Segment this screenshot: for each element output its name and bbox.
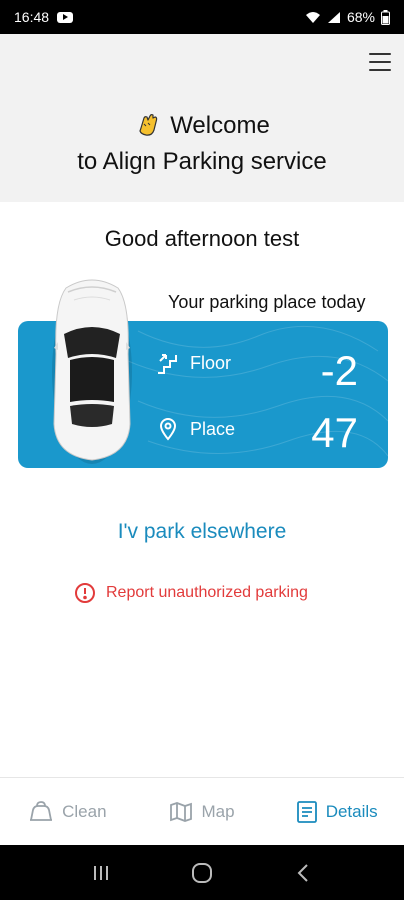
floor-value: -2	[320, 347, 358, 394]
stairs-icon	[158, 354, 177, 374]
floor-label: Floor	[190, 352, 232, 373]
floor-row: Floor	[156, 351, 231, 375]
waving-hand-icon	[139, 114, 158, 136]
report-unauthorized-link[interactable]: Report unauthorized parking	[74, 582, 308, 604]
welcome-line2: to Align Parking service	[77, 148, 327, 175]
location-pin-icon	[159, 418, 177, 441]
alert-circle-icon	[75, 583, 95, 603]
hamburger-icon-line	[369, 69, 391, 71]
welcome-line1: Welcome	[170, 112, 270, 139]
park-elsewhere-link[interactable]: I'v park elsewhere	[0, 520, 404, 544]
back-chevron-icon	[297, 863, 309, 882]
nav-map-label: Map	[201, 801, 235, 821]
hamburger-icon-line	[369, 53, 391, 55]
battery-percent: 68%	[346, 9, 375, 25]
wifi-icon	[305, 11, 320, 23]
details-icon	[296, 800, 317, 823]
parking-today-label: Your parking place today	[168, 292, 366, 312]
system-nav-bar	[0, 845, 404, 900]
place-label: Place	[190, 418, 236, 439]
menu-button[interactable]	[368, 50, 392, 74]
place-value: 47	[311, 409, 358, 456]
recent-apps-button[interactable]	[86, 858, 116, 888]
home-button[interactable]	[187, 858, 217, 888]
youtube-notification-icon	[57, 11, 74, 23]
nav-clean-label: Clean	[62, 801, 107, 821]
nav-map[interactable]: Map	[135, 778, 270, 845]
place-row: Place	[156, 417, 235, 441]
clean-icon	[30, 800, 53, 821]
welcome-title: Welcome	[0, 112, 404, 140]
nav-details-label: Details	[325, 801, 378, 821]
report-label: Report unauthorized parking	[106, 584, 308, 601]
back-button[interactable]	[288, 858, 318, 888]
map-icon	[170, 801, 193, 822]
signal-icon	[327, 11, 340, 23]
status-bar: 16:48 68%	[0, 0, 404, 34]
nav-details[interactable]: Details	[269, 778, 404, 845]
app-header: Welcome to Align Parking service	[0, 34, 404, 202]
home-circle-icon	[191, 862, 212, 883]
car-illustration	[52, 279, 132, 464]
greeting-text: Good afternoon test	[104, 226, 300, 251]
nav-clean[interactable]: Clean	[0, 778, 135, 845]
recent-apps-icon	[93, 865, 108, 880]
battery-icon	[381, 9, 390, 25]
hamburger-icon-line	[369, 61, 391, 63]
status-time: 16:48	[14, 9, 50, 25]
bottom-nav: Clean Map Details	[0, 777, 404, 845]
